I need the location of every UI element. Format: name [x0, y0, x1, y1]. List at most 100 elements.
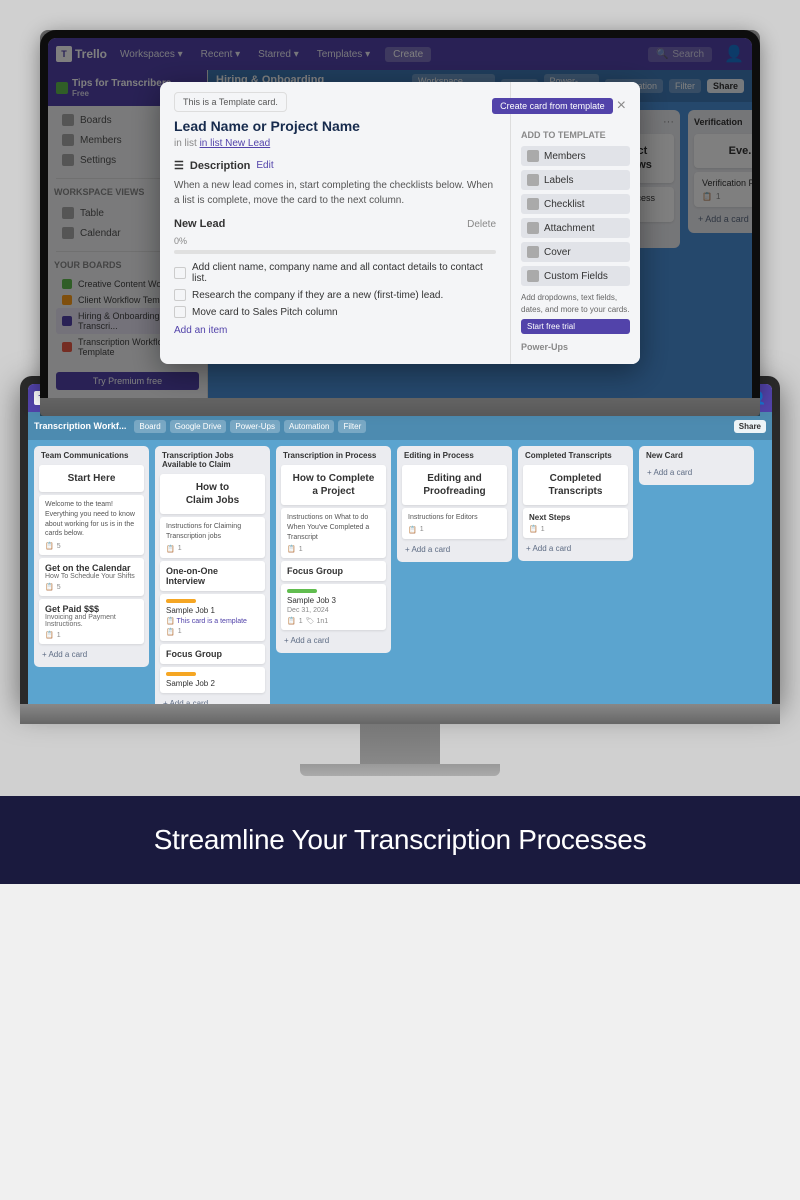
description-title-text: Description [190, 160, 251, 172]
desktop-add-btn-6[interactable]: + Add a card [644, 465, 749, 480]
laptop-screen-outer: T Trello Workspaces ▾ Recent ▾ Starred ▾… [40, 30, 760, 398]
desktop-editors-count: 1 [420, 526, 424, 533]
desktop-calendar-sub: How To Schedule Your Shifts [45, 573, 138, 580]
desktop-automation-btn[interactable]: Automation [284, 420, 334, 433]
modal-delete-btn[interactable]: Delete [467, 219, 496, 230]
modal-members-btn[interactable]: Members [521, 146, 630, 166]
desktop-gdrive-btn[interactable]: Google Drive [170, 420, 227, 433]
desktop-next-count: 1 [541, 526, 545, 533]
desktop-trello-ui: T Trello Workspaces ▾ Recent ▾ Starred ▾… [28, 384, 772, 704]
desktop-card-claim-jobs[interactable]: How toClaim Jobs [160, 474, 265, 514]
desktop-card-calendar-icon: 📋 [45, 583, 54, 591]
desktop-card-calendar-count: 5 [57, 584, 61, 591]
modal-edit-link[interactable]: Edit [256, 160, 273, 171]
desktop-list-editing-title: Editing in Process [402, 451, 507, 460]
desktop-card-editing-proofreading[interactable]: Editing andProofreading [402, 465, 507, 505]
checklist-item-1: Add client name, company name and all co… [174, 262, 496, 284]
desktop-card-sample-job3[interactable]: Sample Job 3 Dec 31, 2024 📋1🏷 1n1 [281, 584, 386, 630]
desktop-card-sample-job1[interactable]: Sample Job 1 📋 This card is a template 📋… [160, 594, 265, 641]
desktop-add-btn-2[interactable]: + Add a card [160, 696, 265, 704]
desktop-filter-btn[interactable]: Filter [338, 420, 366, 433]
desktop-card-job1-meta: 📋1 [166, 628, 259, 636]
desktop-paid-sub: Invoicing and Payment Instructions. [45, 614, 138, 628]
desktop-card-paid[interactable]: Get Paid $$$ Invoicing and Payment Instr… [39, 599, 144, 644]
attachment-sidebar-icon [527, 222, 539, 234]
desktop-card-sample-job2[interactable]: Sample Job 2 [160, 667, 265, 693]
start-free-trial-btn[interactable]: Start free trial [521, 319, 630, 334]
desktop-sample-job1-text: Sample Job 1 [166, 606, 259, 615]
laptop-screen-inner: T Trello Workspaces ▾ Recent ▾ Starred ▾… [48, 38, 752, 398]
desktop-focus-group-2-title: Focus Group [287, 566, 380, 576]
desktop-job3-extra: 🏷 1n1 [306, 617, 329, 625]
desktop-job3-icon: 📋 [287, 617, 296, 625]
modal-card-title: Lead Name or Project Name [174, 118, 496, 134]
desktop-card-start-here[interactable]: Start Here [39, 465, 144, 492]
desktop-card-paid-icon: 📋 [45, 631, 54, 639]
desktop-share-btn[interactable]: Share [734, 420, 766, 433]
desktop-add-btn-1[interactable]: + Add a card [39, 647, 144, 662]
desktop-welcome-text: Welcome to the team! Everything you need… [45, 500, 138, 539]
desktop-card-focus-group-1[interactable]: Focus Group [160, 644, 265, 664]
desktop-card-claim-meta: 📋1 [166, 545, 259, 553]
desktop-card-complete-project[interactable]: How to Completea Project [281, 465, 386, 505]
desktop-card-editors-instructions[interactable]: Instructions for Editors 📋1 [402, 508, 507, 539]
desktop-card-one-on-one[interactable]: One-on-One Interview [160, 561, 265, 591]
create-card-from-template-btn[interactable]: Create card from template [492, 98, 613, 114]
checkbox-3[interactable] [174, 306, 186, 318]
checkbox-1[interactable] [174, 267, 186, 279]
desktop-card-completed-transcripts[interactable]: CompletedTranscripts [523, 465, 628, 505]
desktop-card-focus-group-2[interactable]: Focus Group [281, 561, 386, 581]
modal-sidebar-add-title: Add to template [521, 130, 630, 140]
desktop-list-team-comms: Team Communications Start Here Welcome t… [34, 446, 149, 667]
custom-fields-sidebar-icon [527, 270, 539, 282]
desktop-add-btn-4[interactable]: + Add a card [402, 542, 507, 557]
desktop-powerups-btn[interactable]: Power-Ups [230, 420, 280, 433]
desktop-card-next-steps[interactable]: Next Steps 📋1 [523, 508, 628, 538]
desktop-template-badge: 📋 This card is a template [166, 617, 259, 625]
checklist-item-1-text: Add client name, company name and all co… [192, 262, 496, 284]
desktop-card-label-job1 [166, 599, 196, 603]
desktop-list-completed-title: Completed Transcripts [523, 451, 628, 460]
modal-description-text: When a new lead comes in, start completi… [174, 178, 496, 208]
desktop-claim-text: Instructions for Claiming Transcription … [166, 522, 259, 542]
desktop-board-btn[interactable]: Board [134, 420, 165, 433]
modal-checklist-btn[interactable]: Checklist [521, 194, 630, 214]
checkbox-2[interactable] [174, 289, 186, 301]
modal-customize-text: Add dropdowns, text fields, dates, and m… [521, 292, 630, 314]
desktop-job1-count: 1 [178, 628, 182, 635]
modal-list-link[interactable]: in list New Lead [200, 138, 271, 149]
desktop-one-on-one-title: One-on-One Interview [166, 566, 259, 586]
modal-labels-btn[interactable]: Labels [521, 170, 630, 190]
modal-checklist-header: New Lead Delete [174, 218, 496, 230]
cover-sidebar-icon [527, 246, 539, 258]
desktop-job1-icon: 📋 [166, 628, 175, 636]
cover-btn-label: Cover [544, 247, 571, 258]
modal-cover-btn[interactable]: Cover [521, 242, 630, 262]
modal-add-item[interactable]: Add an item [174, 323, 496, 338]
modal-custom-fields-btn[interactable]: Custom Fields [521, 266, 630, 286]
desktop-mockup-wrapper: T Trello Workspaces ▾ Recent ▾ Starred ▾… [20, 376, 780, 776]
attachment-btn-label: Attachment [544, 223, 595, 234]
modal-attachment-btn[interactable]: Attachment [521, 218, 630, 238]
members-sidebar-icon [527, 150, 539, 162]
desktop-board-area: Transcription Workf... Board Google Driv… [28, 412, 772, 704]
desktop-add-btn-3[interactable]: + Add a card [281, 633, 386, 648]
checklist-btn-label: Checklist [544, 199, 585, 210]
desktop-job3-date: Dec 31, 2024 [287, 607, 380, 614]
modal-progress-text: 0% [174, 236, 496, 246]
desktop-card-claim-instructions[interactable]: Instructions for Claiming Transcription … [160, 517, 265, 558]
modal-card: This is a Template card. Create card fro… [160, 82, 640, 363]
desktop-complete-count: 1 [299, 546, 303, 553]
desktop-list-jobs-title: Transcription Jobs Available to Claim [160, 451, 265, 469]
desktop-focus-group-1-title: Focus Group [166, 649, 259, 659]
screenshot-area: T Trello Workspaces ▾ Recent ▾ Starred ▾… [0, 0, 800, 796]
desktop-card-calendar[interactable]: Get on the Calendar How To Schedule Your… [39, 558, 144, 596]
desktop-card-complete-instructions[interactable]: Instructions on What to do When You've C… [281, 508, 386, 558]
desktop-paid-title: Get Paid $$$ [45, 604, 138, 614]
desktop-add-btn-5[interactable]: + Add a card [523, 541, 628, 556]
desktop-list-team-comms-title: Team Communications [39, 451, 144, 460]
desktop-board-topbar: Transcription Workf... Board Google Driv… [28, 412, 772, 440]
desktop-card-welcome[interactable]: Welcome to the team! Everything you need… [39, 495, 144, 555]
modal-close-btn[interactable]: × [617, 97, 626, 115]
desktop-card-label-job3 [287, 589, 317, 593]
